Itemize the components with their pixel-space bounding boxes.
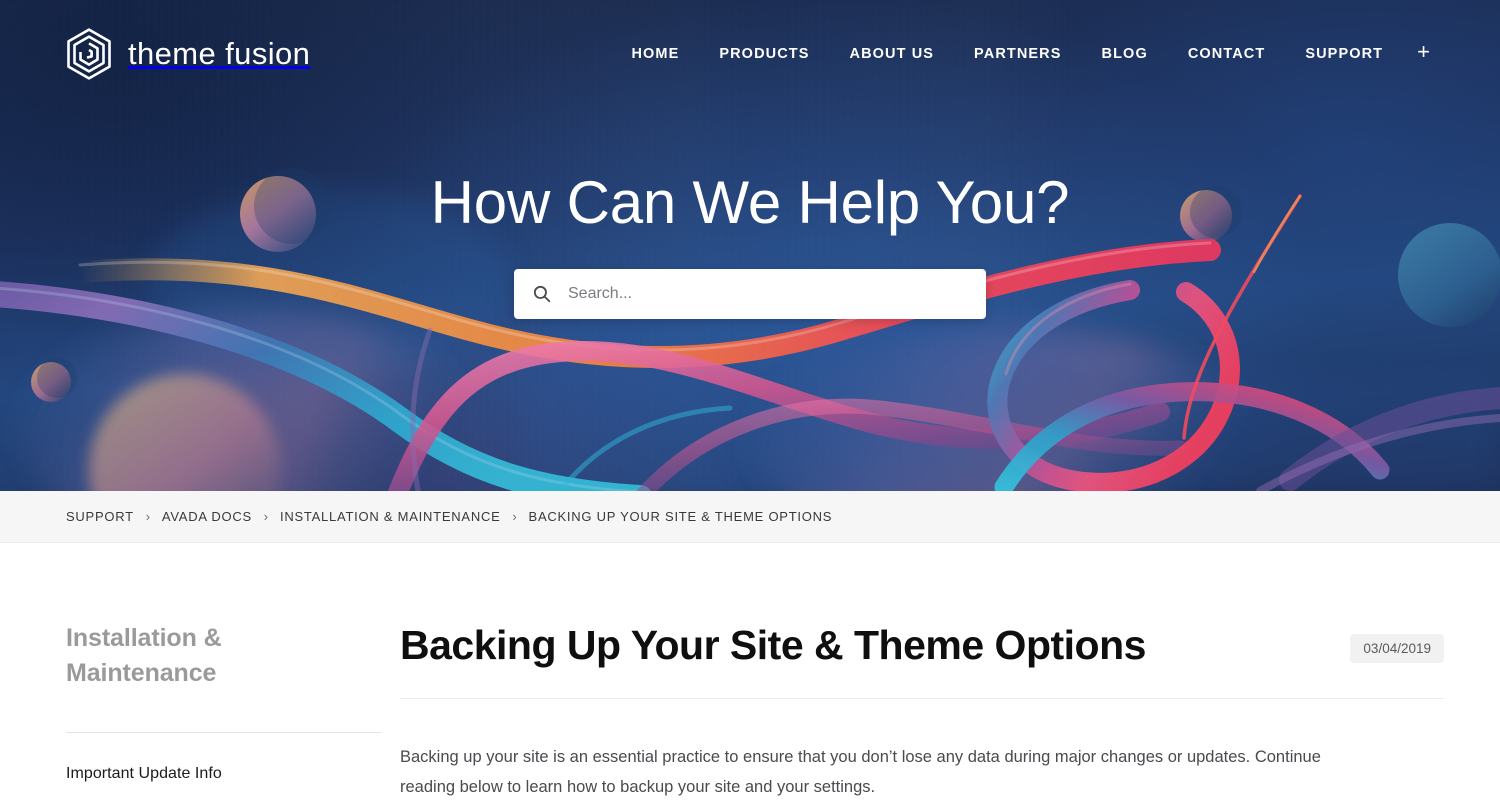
logo-wordmark: theme fusion: [128, 36, 311, 71]
nav-item-support[interactable]: SUPPORT: [1285, 36, 1403, 72]
nav-item-products[interactable]: PRODUCTS: [699, 36, 829, 72]
article-date-badge: 03/04/2019: [1350, 634, 1444, 663]
article-main: Backing Up Your Site & Theme Options 03/…: [400, 621, 1500, 802]
breadcrumb-bar: SUPPORT › AVADA DOCS › INSTALLATION & MA…: [0, 491, 1500, 543]
search-input[interactable]: [568, 269, 986, 319]
main-navigation: HOME PRODUCTS ABOUT US PARTNERS BLOG CON…: [611, 36, 1444, 72]
breadcrumb: SUPPORT › AVADA DOCS › INSTALLATION & MA…: [66, 509, 832, 524]
chevron-right-icon: ›: [512, 509, 517, 524]
breadcrumb-item-current: BACKING UP YOUR SITE & THEME OPTIONS: [528, 509, 833, 524]
nav-item-blog[interactable]: BLOG: [1082, 36, 1168, 72]
content-area: Installation & Maintenance Important Upd…: [0, 543, 1500, 802]
page-root: theme fusion HOME PRODUCTS ABOUT US PART…: [0, 0, 1500, 805]
sidebar-divider: [66, 732, 381, 733]
page-title: Backing Up Your Site & Theme Options: [400, 622, 1146, 668]
article-body: Backing up your site is an essential pra…: [400, 742, 1444, 802]
breadcrumb-item-support[interactable]: SUPPORT: [66, 509, 134, 524]
hero-section: theme fusion HOME PRODUCTS ABOUT US PART…: [0, 0, 1500, 491]
docs-sidebar: Installation & Maintenance Important Upd…: [0, 621, 400, 802]
sidebar-item-important-update-info[interactable]: Important Update Info: [66, 765, 400, 783]
logo-link[interactable]: theme fusion: [66, 28, 310, 80]
breadcrumb-item-installation-maintenance[interactable]: INSTALLATION & MAINTENANCE: [280, 509, 501, 524]
title-divider: [400, 698, 1444, 699]
nav-item-partners[interactable]: PARTNERS: [954, 36, 1081, 72]
article-paragraph: Backing up your site is an essential pra…: [400, 748, 1321, 796]
hexagon-spiral-logo-icon: [67, 28, 111, 80]
sidebar-category-title: Installation & Maintenance: [66, 624, 222, 687]
article-header: Backing Up Your Site & Theme Options 03/…: [400, 621, 1444, 669]
breadcrumb-item-avada-docs[interactable]: AVADA DOCS: [162, 509, 252, 524]
hero-title: How Can We Help You?: [430, 169, 1070, 236]
plus-icon[interactable]: +: [1403, 37, 1444, 71]
site-header: theme fusion HOME PRODUCTS ABOUT US PART…: [0, 0, 1500, 108]
nav-item-about-us[interactable]: ABOUT US: [830, 36, 955, 72]
chevron-right-icon: ›: [145, 509, 151, 524]
hero-search-box[interactable]: [514, 269, 986, 319]
chevron-right-icon: ›: [263, 509, 269, 524]
nav-item-contact[interactable]: CONTACT: [1168, 36, 1286, 72]
search-icon: [533, 285, 551, 303]
nav-item-home[interactable]: HOME: [611, 36, 699, 72]
